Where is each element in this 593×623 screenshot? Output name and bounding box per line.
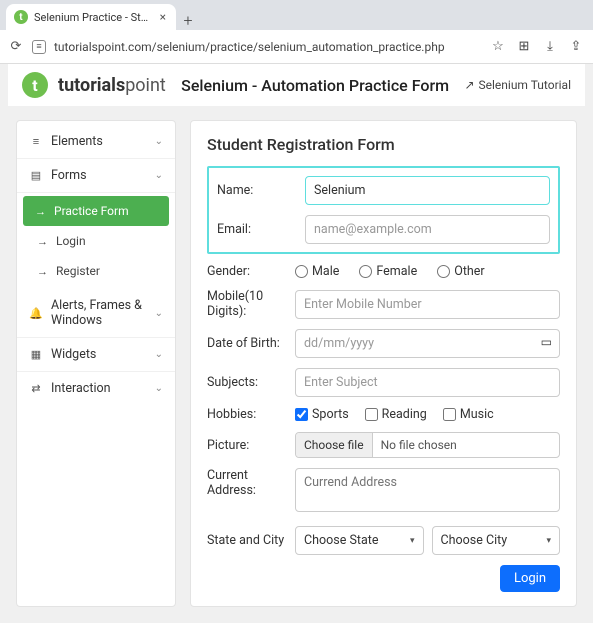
mobile-input[interactable] — [295, 290, 560, 319]
download-icon[interactable]: ⤓ — [541, 39, 559, 54]
selenium-tutorial-link[interactable]: ↗Selenium Tutorial — [464, 78, 571, 92]
close-tab-icon[interactable]: × — [158, 10, 168, 24]
chevron-down-icon: ⌄ — [155, 170, 163, 181]
arrow-right-icon: → — [37, 235, 48, 248]
label-name: Name: — [217, 183, 305, 198]
chevron-down-icon: ⌄ — [155, 308, 163, 319]
page-header: t tutorialspoint Selenium - Automation P… — [8, 64, 585, 106]
browser-address-bar: ⟳ ≡ tutorialspoint.com/selenium/practice… — [0, 30, 593, 64]
dob-input[interactable] — [295, 329, 560, 358]
browser-tab[interactable]: t Selenium Practice - Student R × — [6, 4, 176, 30]
calendar-icon[interactable]: ▭ — [541, 335, 552, 349]
sidebar: ≡ Elements ⌄ ▤ Forms ⌄ → Practice Form →… — [16, 120, 176, 607]
url-text[interactable]: tutorialspoint.com/selenium/practice/sel… — [54, 40, 481, 54]
bell-icon: 🔔 — [29, 307, 43, 320]
arrow-right-icon: → — [37, 265, 48, 278]
page: t tutorialspoint Selenium - Automation P… — [0, 64, 593, 623]
label-email: Email: — [217, 222, 305, 237]
sidebar-group-alerts[interactable]: 🔔 Alerts, Frames & Windows ⌄ — [17, 289, 175, 338]
share-icon[interactable]: ⇪ — [567, 39, 585, 54]
brand: tutorialspoint — [58, 75, 166, 96]
sidebar-group-widgets[interactable]: ▦ Widgets ⌄ — [17, 338, 175, 372]
sidebar-group-interaction[interactable]: ⇄ Interaction ⌄ — [17, 372, 175, 405]
choose-file-button[interactable]: Choose file — [296, 433, 373, 457]
logo-icon: t — [22, 72, 48, 98]
site-info-icon[interactable]: ≡ — [32, 40, 46, 54]
form-title: Student Registration Form — [207, 135, 560, 154]
email-input[interactable] — [305, 215, 550, 244]
radio-other[interactable]: Other — [437, 264, 484, 279]
radio-male[interactable]: Male — [295, 264, 339, 279]
sidebar-group-forms[interactable]: ▤ Forms ⌄ — [17, 159, 175, 193]
arrow-right-icon: → — [35, 205, 46, 218]
swap-icon: ⇄ — [29, 382, 43, 395]
checkbox-music[interactable]: Music — [443, 407, 494, 422]
label-dob: Date of Birth: — [207, 336, 295, 351]
content: ≡ Elements ⌄ ▤ Forms ⌄ → Practice Form →… — [8, 106, 585, 615]
label-address: Current Address: — [207, 468, 295, 498]
subjects-input[interactable] — [295, 368, 560, 397]
label-statecity: State and City — [207, 533, 295, 548]
radio-female[interactable]: Female — [359, 264, 417, 279]
checkbox-sports[interactable]: Sports — [295, 407, 349, 422]
browser-tab-bar: t Selenium Practice - Student R × + — [0, 0, 593, 30]
sidebar-group-elements[interactable]: ≡ Elements ⌄ — [17, 125, 175, 159]
name-input[interactable] — [305, 176, 550, 205]
label-hobbies: Hobbies: — [207, 407, 295, 422]
label-gender: Gender: — [207, 264, 295, 279]
reload-icon[interactable]: ⟳ — [8, 39, 24, 55]
chevron-down-icon: ⌄ — [155, 383, 163, 394]
file-input[interactable]: Choose file No file chosen — [295, 432, 560, 458]
extensions-icon[interactable]: ⊞ — [515, 39, 533, 54]
new-tab-button[interactable]: + — [176, 11, 200, 30]
label-picture: Picture: — [207, 438, 295, 453]
list-icon: ≡ — [29, 135, 43, 148]
star-icon[interactable]: ☆ — [489, 39, 507, 54]
tab-title: Selenium Practice - Student R — [34, 11, 152, 24]
sidebar-item-practice-form[interactable]: → Practice Form — [23, 196, 169, 226]
file-status: No file chosen — [373, 433, 465, 457]
sidebar-sub-forms: → Practice Form → Login → Register — [17, 193, 175, 289]
chevron-down-icon: ⌄ — [155, 136, 163, 147]
form-icon: ▤ — [29, 169, 43, 182]
label-subjects: Subjects: — [207, 375, 295, 390]
grid-icon: ▦ — [29, 348, 43, 361]
chevron-down-icon: ▾ — [410, 536, 415, 546]
chevron-down-icon: ▾ — [546, 536, 551, 546]
state-select[interactable]: Choose State▾ — [295, 526, 424, 555]
label-mobile: Mobile(10 Digits): — [207, 289, 295, 319]
page-title: Selenium - Automation Practice Form — [176, 76, 455, 95]
external-link-icon: ↗ — [464, 78, 474, 92]
checkbox-reading[interactable]: Reading — [365, 407, 427, 422]
sidebar-item-register[interactable]: → Register — [17, 256, 175, 286]
city-select[interactable]: Choose City▾ — [432, 526, 561, 555]
chevron-down-icon: ⌄ — [155, 349, 163, 360]
highlighted-section: Name: Email: — [207, 166, 560, 254]
main-panel: Student Registration Form Name: Email: G… — [190, 120, 577, 607]
address-textarea[interactable] — [295, 468, 560, 512]
sidebar-item-login[interactable]: → Login — [17, 226, 175, 256]
favicon: t — [14, 10, 28, 24]
login-submit-button[interactable]: Login — [500, 565, 560, 592]
